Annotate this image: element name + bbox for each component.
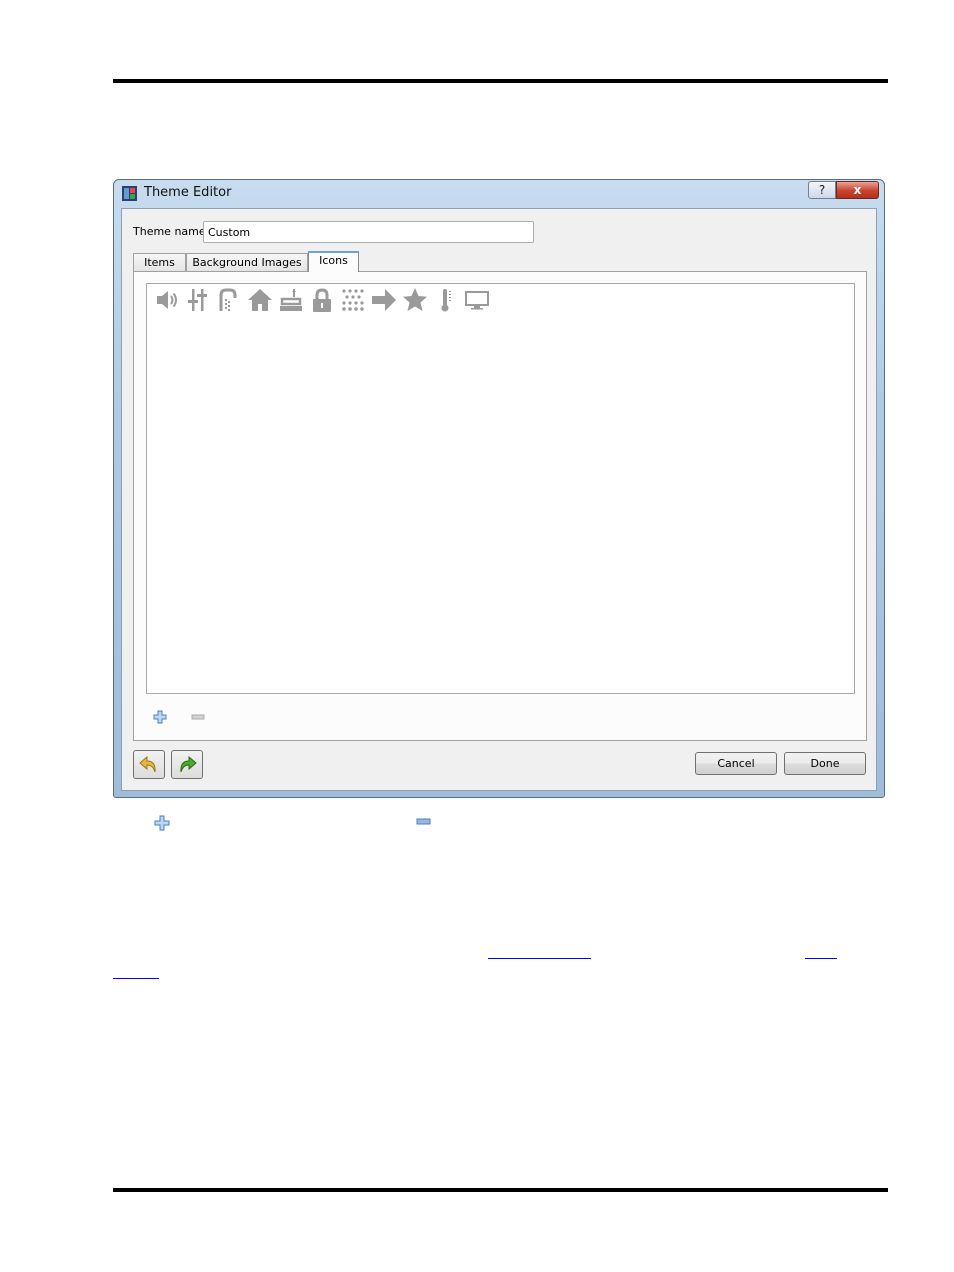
- hyperlink-underline[interactable]: [113, 978, 159, 979]
- cancel-button[interactable]: Cancel: [695, 752, 777, 775]
- lamp-icon[interactable]: [275, 286, 306, 314]
- icon-row: [151, 286, 492, 314]
- lock-icon[interactable]: [306, 286, 337, 314]
- thermometer-icon[interactable]: [430, 286, 461, 314]
- hyperlink-underline[interactable]: [805, 958, 837, 959]
- page-top-rule: [113, 79, 888, 83]
- icons-tab-panel: [133, 271, 867, 741]
- hyperlink-underline[interactable]: [488, 958, 591, 959]
- window-title: Theme Editor: [144, 185, 232, 200]
- close-button[interactable]: x: [836, 181, 879, 199]
- add-icon-button[interactable]: [153, 710, 167, 724]
- remove-icon-button[interactable]: [191, 713, 205, 721]
- sliders-icon[interactable]: [182, 286, 213, 314]
- television-icon[interactable]: [461, 286, 492, 314]
- faucet-icon[interactable]: [213, 286, 244, 314]
- help-button[interactable]: ?: [808, 181, 836, 199]
- title-bar[interactable]: Theme Editor ? x: [114, 180, 884, 207]
- dots-grid-icon[interactable]: [337, 286, 368, 314]
- arrow-right-icon[interactable]: [368, 286, 399, 314]
- house-icon[interactable]: [244, 286, 275, 314]
- theme-editor-app-icon: [122, 186, 137, 201]
- remove-icon: [416, 818, 431, 825]
- star-icon[interactable]: [399, 286, 430, 314]
- dialog-client-area: Theme name Custom Items Background Image…: [121, 208, 877, 791]
- undo-arrow-icon: [139, 755, 156, 772]
- undo-button[interactable]: [133, 750, 165, 779]
- page-bottom-rule: [113, 1188, 888, 1192]
- theme-editor-window: Theme Editor ? x Theme name Custom Items…: [113, 179, 885, 798]
- redo-arrow-icon: [180, 755, 197, 772]
- theme-name-input[interactable]: Custom: [203, 221, 534, 243]
- add-icon: [154, 815, 170, 831]
- tab-items[interactable]: Items: [133, 253, 186, 272]
- speaker-icon[interactable]: [151, 286, 182, 314]
- tab-icons[interactable]: Icons: [308, 251, 359, 272]
- icon-list[interactable]: [146, 283, 855, 694]
- tab-background-images[interactable]: Background Images: [186, 253, 308, 272]
- theme-name-label: Theme name: [133, 225, 206, 238]
- redo-button[interactable]: [171, 750, 203, 779]
- done-button[interactable]: Done: [784, 752, 866, 775]
